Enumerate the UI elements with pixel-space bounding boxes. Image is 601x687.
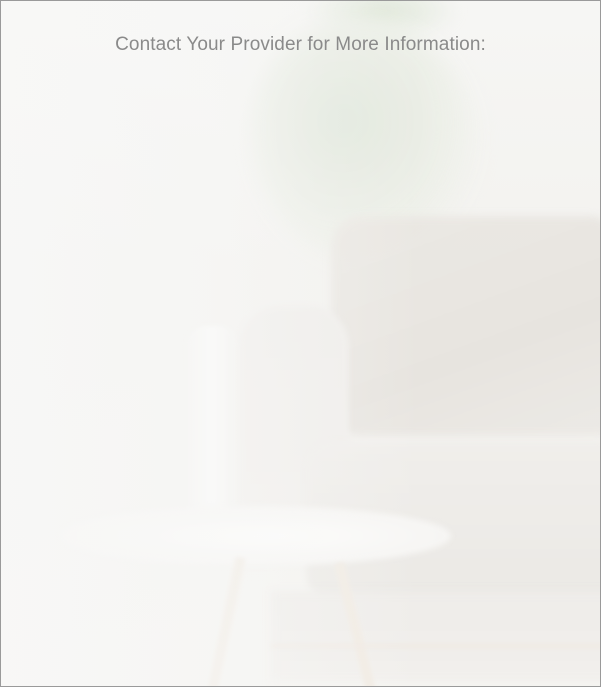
- white-fade-overlay: [1, 1, 600, 686]
- contact-info-panel: Contact Your Provider for More Informati…: [0, 0, 601, 687]
- living-room-background-image: [1, 1, 600, 686]
- contact-provider-heading: Contact Your Provider for More Informati…: [115, 34, 486, 55]
